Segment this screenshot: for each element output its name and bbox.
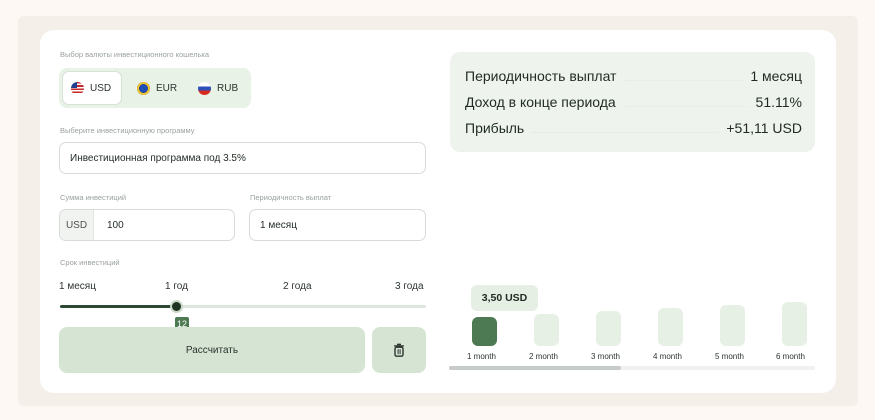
- summary-panel: Периодичность выплат 1 месяц Доход в кон…: [450, 52, 815, 152]
- term-tick-1-year: 1 год: [165, 281, 188, 292]
- month-label-6: 6 month: [776, 352, 805, 361]
- currency-usd-label: USD: [90, 82, 112, 94]
- term-tick-3-years: 3 года: [395, 281, 424, 292]
- summary-divider: [624, 71, 743, 81]
- amount-currency-prefix: USD: [60, 210, 94, 240]
- summary-profit-label: Прибыль: [465, 120, 525, 136]
- program-value: Инвестиционная программа под 3.5%: [70, 152, 246, 164]
- payout-value: 1 месяц: [260, 219, 297, 231]
- month-bar-1[interactable]: [472, 317, 497, 346]
- currency-rub-label: RUB: [217, 82, 239, 94]
- month-label-3: 3 month: [591, 352, 620, 361]
- payout-select[interactable]: 1 месяц: [249, 209, 426, 241]
- eu-flag-icon: [137, 81, 150, 95]
- program-select[interactable]: Инвестиционная программа под 3.5%: [59, 142, 426, 174]
- term-slider-track[interactable]: [60, 305, 426, 308]
- summary-row-income: Доход в конце периода 51.11%: [465, 92, 802, 112]
- summary-divider: [623, 97, 748, 107]
- term-slider-thumb[interactable]: [170, 300, 183, 313]
- month-label-1: 1 month: [467, 352, 496, 361]
- delete-button[interactable]: [372, 327, 426, 373]
- summary-income-label: Доход в конце периода: [465, 94, 616, 110]
- payout-label: Периодичность выплат: [250, 193, 332, 202]
- summary-row-payout: Периодичность выплат 1 месяц: [465, 66, 802, 86]
- month-label-5: 5 month: [715, 352, 744, 361]
- amount-value: 100: [107, 219, 124, 231]
- month-bar-5[interactable]: [720, 305, 745, 346]
- currency-selector: USD EUR RUB: [59, 68, 251, 108]
- month-bar-2[interactable]: [534, 314, 559, 346]
- us-flag-icon: [71, 81, 84, 95]
- bar-tooltip: 3,50 USD: [471, 285, 538, 311]
- ru-flag-icon: [198, 81, 211, 95]
- term-slider-fill: [60, 305, 176, 308]
- term-tick-1-month: 1 месяц: [59, 281, 96, 292]
- term-label: Срок инвестиций: [60, 258, 120, 267]
- currency-eur-label: EUR: [156, 82, 178, 94]
- summary-income-value: 51.11%: [755, 94, 802, 110]
- month-label-4: 4 month: [653, 352, 682, 361]
- summary-payout-label: Периодичность выплат: [465, 68, 617, 84]
- currency-eur-button[interactable]: EUR: [129, 72, 187, 104]
- chart-scrollbar[interactable]: [449, 366, 815, 370]
- chart-scrollbar-thumb[interactable]: [449, 366, 621, 370]
- month-bar-4[interactable]: [658, 308, 683, 346]
- currency-label: Выбор валюты инвестиционного кошелька: [60, 50, 210, 59]
- amount-label: Сумма инвестиций: [60, 193, 127, 202]
- summary-divider: [532, 123, 719, 133]
- currency-rub-button[interactable]: RUB: [190, 72, 248, 104]
- term-tick-2-years: 2 года: [283, 281, 312, 292]
- calculate-button[interactable]: Рассчитать: [59, 327, 365, 373]
- program-label: Выберите инвестиционную программу: [60, 126, 195, 135]
- amount-input[interactable]: USD 100: [59, 209, 235, 241]
- trash-icon: [394, 343, 404, 357]
- summary-payout-value: 1 месяц: [750, 68, 802, 84]
- month-bar-6[interactable]: [782, 302, 807, 346]
- currency-usd-button[interactable]: USD: [63, 72, 121, 104]
- month-label-2: 2 month: [529, 352, 558, 361]
- summary-profit-value: +51,11 USD: [726, 120, 802, 136]
- month-bar-3[interactable]: [596, 311, 621, 346]
- summary-row-profit: Прибыль +51,11 USD: [465, 118, 802, 138]
